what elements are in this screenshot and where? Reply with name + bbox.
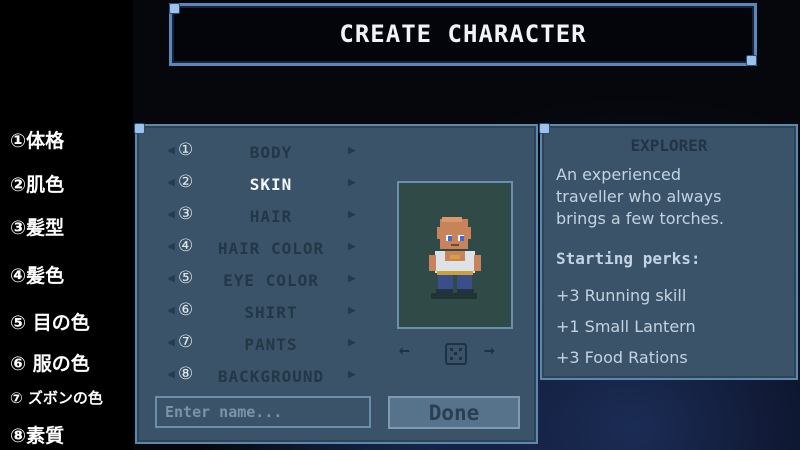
annotation-background: ⑧素質 xyxy=(10,425,65,447)
title-banner: CREATE CHARACTER xyxy=(169,3,757,66)
annotation-skin: ②肌色 xyxy=(10,174,65,196)
option-number: ⑧ xyxy=(178,364,194,384)
next-arrow-icon[interactable]: ▶ xyxy=(348,143,356,158)
option-row-background: ◀ ⑧ BACKGROUND ▶ xyxy=(167,364,362,388)
option-row-pants: ◀ ⑦ PANTS ▶ xyxy=(167,332,362,356)
option-number: ① xyxy=(178,140,194,160)
option-label-background[interactable]: BACKGROUND xyxy=(197,367,345,386)
option-number: ④ xyxy=(178,236,194,256)
annotation-body: ①体格 xyxy=(10,130,65,152)
option-number: ⑤ xyxy=(178,268,194,288)
option-row-body: ◀ ① BODY ▶ xyxy=(167,140,362,164)
option-number: ② xyxy=(178,172,194,192)
next-arrow-icon[interactable]: ▶ xyxy=(348,367,356,382)
option-number: ⑦ xyxy=(178,332,194,352)
next-arrow-icon[interactable]: ▶ xyxy=(348,239,356,254)
corner-rivet xyxy=(134,123,145,134)
dice-pip xyxy=(454,352,457,355)
done-button[interactable]: Done xyxy=(388,396,520,429)
class-title: EXPLORER xyxy=(630,136,708,155)
dice-icon[interactable] xyxy=(445,343,467,365)
prev-arrow-icon[interactable]: ◀ xyxy=(167,271,175,286)
prev-arrow-icon[interactable]: ◀ xyxy=(167,239,175,254)
prev-arrow-icon[interactable]: ◀ xyxy=(167,207,175,222)
perk-item: +3 Food Rations xyxy=(556,348,688,367)
option-number: ⑥ xyxy=(178,300,194,320)
class-description: An experienced traveller who always brin… xyxy=(556,164,792,230)
class-info-panel: EXPLORER An experienced traveller who al… xyxy=(539,123,798,380)
next-arrow-icon[interactable]: ▶ xyxy=(348,175,356,190)
dice-pip xyxy=(459,348,462,351)
corner-rivet xyxy=(746,55,757,66)
prev-arrow-icon[interactable]: ◀ xyxy=(167,335,175,350)
next-arrow-icon[interactable]: ▶ xyxy=(348,303,356,318)
option-label-hair[interactable]: HAIR xyxy=(197,207,345,226)
option-row-shirt: ◀ ⑥ SHIRT ▶ xyxy=(167,300,362,324)
prev-arrow-icon[interactable]: ◀ xyxy=(167,143,175,158)
character-sprite xyxy=(429,217,481,299)
annotation-hair: ③髪型 xyxy=(10,217,65,239)
option-row-eye-color: ◀ ⑤ EYE COLOR ▶ xyxy=(167,268,362,292)
option-number: ③ xyxy=(178,204,194,224)
name-input[interactable] xyxy=(155,396,371,428)
option-label-hair-color[interactable]: HAIR COLOR xyxy=(197,239,345,258)
corner-rivet xyxy=(169,3,180,14)
annotation-sidebar: ①体格 ②肌色 ③髪型 ④髪色 ⑤ 目の色 ⑥ 服の色 ⑦ ズボンの色 ⑧素質 xyxy=(0,0,133,450)
game-screen: CREATE CHARACTER ◀ ① BODY ▶ ◀ ② SKIN ▶ ◀… xyxy=(133,0,800,450)
option-label-skin[interactable]: SKIN xyxy=(197,175,345,194)
perk-item: +3 Running skill xyxy=(556,286,687,305)
option-row-hair-color: ◀ ④ HAIR COLOR ▶ xyxy=(167,236,362,260)
page-title: CREATE CHARACTER xyxy=(339,20,587,48)
option-label-pants[interactable]: PANTS xyxy=(197,335,345,354)
option-row-skin: ◀ ② SKIN ▶ xyxy=(167,172,362,196)
prev-arrow-icon[interactable]: ◀ xyxy=(167,303,175,318)
option-label-body[interactable]: BODY xyxy=(197,143,345,162)
dice-pip xyxy=(450,357,453,360)
perks-heading: Starting perks: xyxy=(556,249,701,268)
arrow-right-icon[interactable]: → xyxy=(484,340,495,361)
option-label-eye-color[interactable]: EYE COLOR xyxy=(197,271,345,290)
next-arrow-icon[interactable]: ▶ xyxy=(348,335,356,350)
annotation-pants: ⑦ ズボンの色 xyxy=(10,389,103,407)
corner-rivet xyxy=(539,123,550,134)
character-preview xyxy=(397,181,513,329)
annotation-shirt: ⑥ 服の色 xyxy=(10,353,90,375)
customization-panel: ◀ ① BODY ▶ ◀ ② SKIN ▶ ◀ ③ HAIR ▶ ◀ ④ HAI… xyxy=(134,123,538,444)
prev-arrow-icon[interactable]: ◀ xyxy=(167,175,175,190)
next-arrow-icon[interactable]: ▶ xyxy=(348,207,356,222)
description-line: brings a few torches. xyxy=(556,209,724,228)
dice-pip xyxy=(459,357,462,360)
next-arrow-icon[interactable]: ▶ xyxy=(348,271,356,286)
arrow-left-icon[interactable]: ← xyxy=(399,340,410,361)
annotation-hair-color: ④髪色 xyxy=(10,265,65,287)
annotation-eye-color: ⑤ 目の色 xyxy=(10,312,90,334)
perk-item: +1 Small Lantern xyxy=(556,317,696,336)
option-label-shirt[interactable]: SHIRT xyxy=(197,303,345,322)
prev-arrow-icon[interactable]: ◀ xyxy=(167,367,175,382)
option-row-hair: ◀ ③ HAIR ▶ xyxy=(167,204,362,228)
description-line: An experienced xyxy=(556,165,682,184)
dice-pip xyxy=(450,348,453,351)
description-line: traveller who always xyxy=(556,187,722,206)
